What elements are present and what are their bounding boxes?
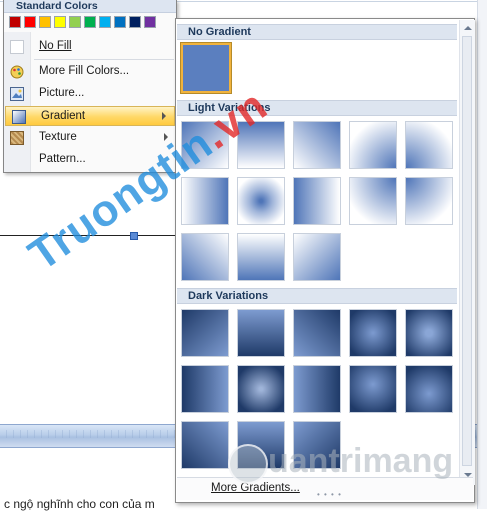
scroll-thumb[interactable]: [462, 36, 472, 466]
texture-label: Texture: [39, 131, 77, 143]
gradient-tile[interactable]: [181, 365, 229, 413]
color-swatch[interactable]: [69, 16, 81, 28]
color-swatch[interactable]: [129, 16, 141, 28]
gradient-label: Gradient: [41, 110, 86, 122]
more-fill-colors-label: More Fill Colors...: [39, 65, 130, 77]
document-scrollbar[interactable]: [477, 0, 487, 509]
gradient-gallery: No Gradient Light Variations Dark Variat…: [175, 18, 475, 503]
gradient-tile[interactable]: [237, 365, 285, 413]
standard-colors-header: Standard Colors: [4, 0, 176, 13]
gradient-tile[interactable]: [181, 233, 229, 281]
color-swatch[interactable]: [99, 16, 111, 28]
gradient-icon: [12, 110, 26, 124]
submenu-arrow-icon: [162, 112, 166, 120]
gradient-tile[interactable]: [293, 121, 341, 169]
color-swatch[interactable]: [54, 16, 66, 28]
no-fill-label: No Fill: [39, 40, 72, 52]
gradient-tile[interactable]: [405, 309, 453, 357]
color-swatch[interactable]: [84, 16, 96, 28]
gradient-tile[interactable]: [349, 309, 397, 357]
texture-icon: [10, 131, 24, 145]
color-swatch[interactable]: [39, 16, 51, 28]
gradient-tile[interactable]: [293, 233, 341, 281]
gradient-tile[interactable]: [405, 121, 453, 169]
no-gradient-tile[interactable]: [180, 42, 232, 94]
gradient-tile[interactable]: [181, 421, 229, 469]
color-swatch[interactable]: [9, 16, 21, 28]
no-gradient-header: No Gradient: [177, 24, 457, 40]
gradient-tile[interactable]: [405, 177, 453, 225]
gradient-tile[interactable]: [349, 365, 397, 413]
picture-item[interactable]: Picture...: [4, 84, 176, 104]
gallery-scrollbar[interactable]: [459, 20, 475, 485]
dark-variations-header: Dark Variations: [177, 288, 457, 304]
gradient-tile[interactable]: [349, 177, 397, 225]
pattern-label: Pattern...: [39, 153, 86, 165]
gradient-tile[interactable]: [237, 233, 285, 281]
palette-icon: [10, 65, 24, 79]
watermark-logo-icon: [228, 444, 268, 484]
gradient-tile[interactable]: [237, 309, 285, 357]
menu-separator: [34, 59, 174, 60]
gradient-tile[interactable]: [181, 177, 229, 225]
gradient-tile[interactable]: [349, 121, 397, 169]
no-fill-item[interactable]: No Fill: [4, 37, 176, 57]
picture-icon: [10, 87, 24, 101]
color-swatch[interactable]: [114, 16, 126, 28]
scroll-up-icon[interactable]: [464, 26, 472, 30]
gradient-item[interactable]: Gradient: [5, 106, 175, 126]
color-swatch[interactable]: [144, 16, 156, 28]
color-swatch[interactable]: [24, 16, 36, 28]
texture-item[interactable]: Texture: [4, 128, 176, 148]
gradient-tile[interactable]: [405, 365, 453, 413]
no-fill-icon: [10, 40, 24, 54]
resize-grip-icon[interactable]: • • • •: [317, 490, 342, 499]
gradient-tile[interactable]: [237, 177, 285, 225]
picture-label: Picture...: [39, 87, 85, 99]
quantrimang-watermark: uantrimang: [228, 440, 458, 486]
gradient-tile[interactable]: [293, 365, 341, 413]
standard-colors-row: [9, 16, 156, 28]
gradient-tile[interactable]: [293, 177, 341, 225]
gradient-tile[interactable]: [181, 309, 229, 357]
shape-resize-handle[interactable]: [130, 232, 138, 240]
more-fill-colors-item[interactable]: More Fill Colors...: [4, 62, 176, 82]
gradient-tile[interactable]: [293, 309, 341, 357]
